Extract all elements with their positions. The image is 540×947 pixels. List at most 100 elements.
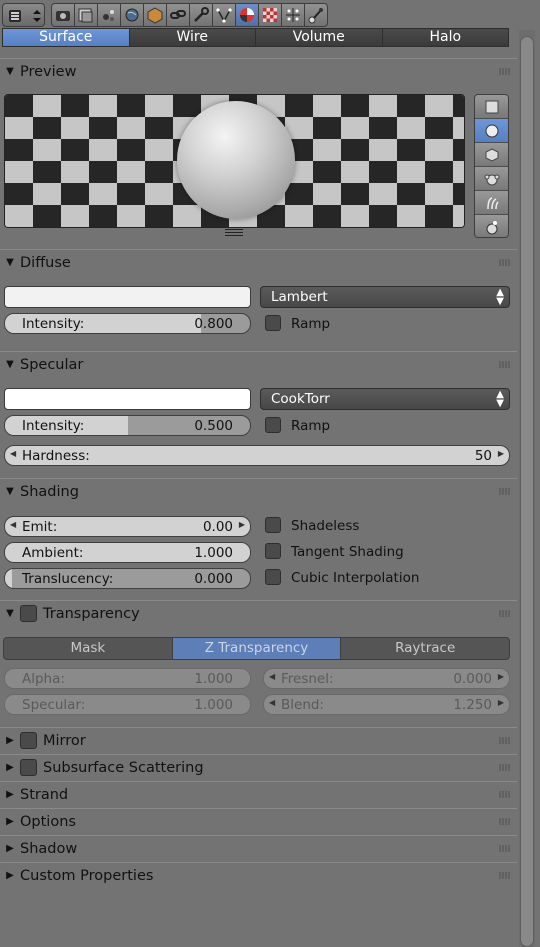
decrement-arrow-icon[interactable]: ◀ [269,698,275,707]
ambient-label: Ambient: [22,545,84,561]
preview-resize-handle[interactable] [225,229,243,238]
alpha-label: Alpha: [22,671,65,687]
drag-grip-icon[interactable] [499,361,511,368]
collapsed-triangle-icon: ▶ [6,816,14,827]
constraints-context-button[interactable] [166,3,190,27]
preview-sky-button[interactable] [475,215,508,237]
tab-wire[interactable]: Wire [128,28,256,47]
physics-icon [308,8,323,24]
diffuse-color-swatch[interactable] [4,286,251,308]
physics-context-button[interactable] [304,3,328,27]
tab-volume[interactable]: Volume [255,28,383,47]
increment-arrow-icon[interactable]: ▶ [498,672,504,681]
editor-type-button[interactable] [2,3,45,27]
options-panel-title: Options [20,813,76,830]
options-panel-header[interactable]: ▶ Options [0,808,517,834]
custom-properties-panel-header[interactable]: ▶ Custom Properties [0,862,517,888]
specular-ramp-checkbox[interactable] [265,417,281,433]
material-type-tabs: Surface Wire Volume Halo [2,28,509,47]
tab-halo[interactable]: Halo [381,28,509,47]
preview-sphere [177,101,295,219]
shading-panel-header[interactable]: ▼ Shading [0,478,517,504]
shadow-panel-header[interactable]: ▶ Shadow [0,835,517,861]
slider-fill [5,569,13,588]
mirror-panel-header[interactable]: ▶ Mirror [0,727,517,753]
mode-raytrace[interactable]: Raytrace [340,637,511,660]
preview-hair-button[interactable] [475,191,508,215]
render-context-button[interactable] [51,3,75,27]
increment-arrow-icon[interactable]: ▶ [498,449,504,458]
increment-arrow-icon[interactable]: ▶ [239,520,245,529]
specular-shader-dropdown[interactable]: CookTorr ▲ ▼ [260,388,510,410]
object-context-button[interactable] [143,3,167,27]
tangent-shading-checkbox[interactable] [265,543,281,559]
decrement-arrow-icon[interactable]: ◀ [10,520,16,529]
diffuse-intensity-label: Intensity: [22,316,85,332]
render-layers-context-button[interactable] [74,3,98,27]
transparency-panel-header[interactable]: ▼ Transparency [0,600,517,626]
drag-grip-icon[interactable] [499,764,511,771]
expanded-triangle-icon: ▼ [6,257,14,268]
mode-mask[interactable]: Mask [3,637,173,660]
increment-arrow-icon[interactable]: ▶ [498,698,504,707]
diffuse-ramp-checkbox[interactable] [265,315,281,331]
sss-panel-header[interactable]: ▶ Subsurface Scattering [0,754,517,780]
material-context-button[interactable] [235,3,259,27]
drag-grip-icon[interactable] [499,818,511,825]
preview-panel-header[interactable]: ▼ Preview [0,58,517,84]
hardness-label: Hardness: [22,448,90,464]
mode-z-transparency[interactable]: Z Transparency [171,637,342,660]
fresnel-field[interactable]: ◀ Fresnel: 0.000 ▶ [263,668,510,689]
drag-grip-icon[interactable] [499,791,511,798]
collapsed-triangle-icon: ▶ [6,789,14,800]
transparency-specular-field[interactable]: Specular: 1.000 [4,694,251,715]
transparency-enable-checkbox[interactable] [20,605,37,622]
preview-sphere-button[interactable] [475,119,508,143]
texture-context-button[interactable] [258,3,282,27]
diffuse-panel-header[interactable]: ▼ Diffuse [0,249,517,275]
decrement-arrow-icon[interactable]: ◀ [10,449,16,458]
drag-grip-icon[interactable] [499,610,511,617]
decrement-arrow-icon[interactable]: ◀ [269,672,275,681]
world-context-button[interactable] [120,3,144,27]
blend-label: Blend: [281,697,324,713]
specular-color-swatch[interactable] [4,388,251,410]
drag-grip-icon[interactable] [499,737,511,744]
hardness-value: 50 [474,448,492,464]
particles-context-button[interactable] [281,3,305,27]
drag-grip-icon[interactable] [499,845,511,852]
specular-hardness-field[interactable]: ◀ Hardness: 50 ▶ [4,445,510,466]
tab-surface[interactable]: Surface [2,28,130,47]
data-context-button[interactable] [212,3,236,27]
translucency-slider[interactable]: Translucency: 0.000 [4,568,251,589]
diffuse-shader-dropdown[interactable]: Lambert ▲ ▼ [260,286,510,308]
specular-intensity-label: Intensity: [22,418,85,434]
scene-context-button[interactable] [97,3,121,27]
strand-panel-header[interactable]: ▶ Strand [0,781,517,807]
drag-grip-icon[interactable] [499,259,511,266]
mirror-enable-checkbox[interactable] [20,732,37,749]
specular-panel-header[interactable]: ▼ Specular [0,351,517,377]
sss-panel-title: Subsurface Scattering [43,759,204,776]
ambient-slider[interactable]: Ambient: 1.000 [4,542,251,563]
mirror-panel-title: Mirror [43,732,86,749]
specular-intensity-slider[interactable]: Intensity: 0.500 [4,415,251,436]
preview-monkey-button[interactable] [475,167,508,191]
modifiers-context-button[interactable] [189,3,213,27]
diffuse-intensity-slider[interactable]: Intensity: 0.800 [4,313,251,334]
scrollbar-thumb[interactable] [520,36,534,947]
emit-field[interactable]: ◀ Emit: 0.00 ▶ [4,516,251,537]
blend-field[interactable]: ◀ Blend: 1.250 ▶ [263,694,510,715]
sss-enable-checkbox[interactable] [20,759,37,776]
fresnel-label: Fresnel: [281,671,334,687]
tangent-shading-label: Tangent Shading [291,544,404,560]
drag-grip-icon[interactable] [499,488,511,495]
alpha-field[interactable]: Alpha: 1.000 [4,668,251,689]
cubic-interpolation-checkbox[interactable] [265,569,281,585]
drag-grip-icon[interactable] [499,68,511,75]
preview-cube-button[interactable] [475,143,508,167]
specular-intensity-value: 0.500 [194,418,233,434]
shadeless-checkbox[interactable] [265,517,281,533]
preview-flat-button[interactable] [475,95,508,119]
drag-grip-icon[interactable] [499,872,511,879]
